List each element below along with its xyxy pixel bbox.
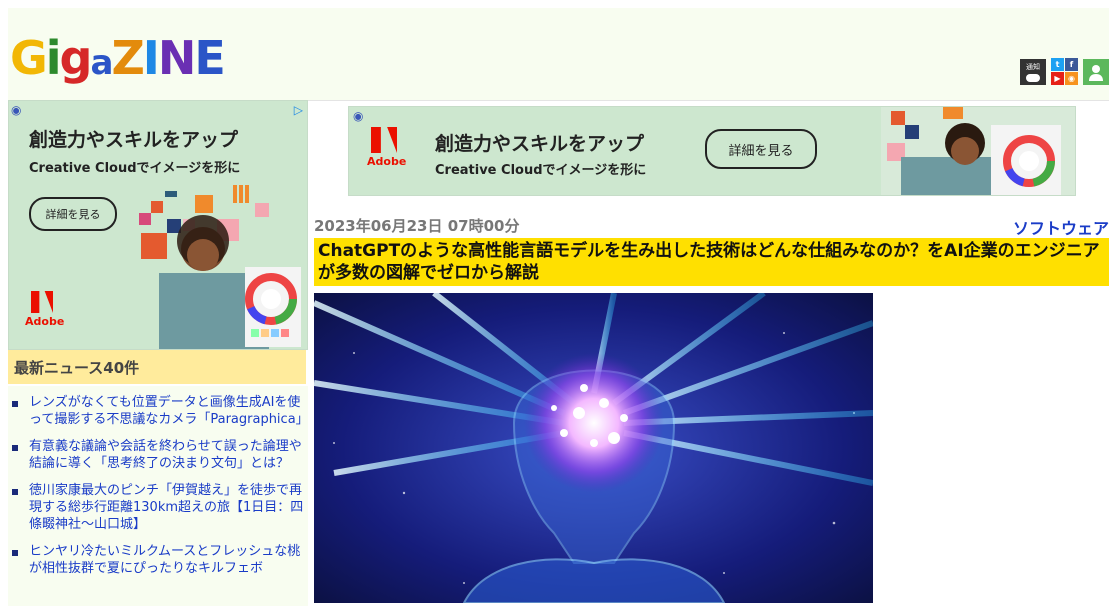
- sidebar-ad[interactable]: ◉ ▷ 創造力やスキルをアップ Creative Cloudでイメージを形に 詳…: [8, 100, 308, 350]
- article-hero-image: [314, 293, 873, 603]
- rss-icon[interactable]: ◉: [1065, 72, 1078, 85]
- top-banner-ad[interactable]: ◉ ▷ Adobe 創造力やスキルをアップ Creative Cloudでイメー…: [348, 106, 1076, 196]
- logo-letter: i: [45, 31, 62, 85]
- list-item: レンズがなくても位置データと画像生成AIを使って撮影する不思議なカメラ「Para…: [8, 394, 309, 428]
- site-logo[interactable]: GigaZINE: [10, 28, 226, 93]
- logo-letter: g: [59, 31, 93, 85]
- ad-details-button[interactable]: 詳細を見る: [29, 197, 117, 231]
- list-item: ヒンヤリ冷たいミルクムースとフレッシュな桃が相性抜群で夏にぴったりなキルフェボ: [8, 543, 308, 577]
- logo-letter: N: [157, 31, 196, 85]
- left-sidebar: ◉ ▷ 創造力やスキルをアップ Creative Cloudでイメージを形に 詳…: [8, 100, 309, 606]
- twitter-icon[interactable]: t: [1051, 58, 1064, 71]
- news-link[interactable]: 徳川家康最大のピンチ「伊賀越え」を徒歩で再現する総歩行距離130km超えの旅【1…: [29, 483, 303, 532]
- site-header: GigaZINE 通知 t f ▶ ◉: [8, 8, 1109, 101]
- adobe-logo-icon: [371, 127, 397, 153]
- youtube-icon[interactable]: ▶: [1051, 72, 1064, 85]
- article-title: ChatGPTのような高性能言語モデルを生み出した技術はどんな仕組みなのか？をA…: [314, 238, 1109, 286]
- adchoices-icon[interactable]: ▷: [294, 103, 303, 117]
- news-link[interactable]: レンズがなくても位置データと画像生成AIを使って撮影する不思議なカメラ「Para…: [29, 395, 309, 427]
- social-icons: 通知 t f ▶ ◉: [1020, 58, 1109, 85]
- news-link[interactable]: 有意義な議論や会話を終わらせて誤った論理や結論に導く「思考終了の決まり文句」とは…: [29, 439, 302, 471]
- list-item: 有意義な議論や会話を終わらせて誤った論理や結論に導く「思考終了の決まり文句」とは…: [8, 438, 308, 472]
- facebook-icon[interactable]: f: [1065, 58, 1078, 71]
- ad-artwork: [139, 185, 301, 349]
- ad-details-button[interactable]: 詳細を見る: [705, 129, 817, 169]
- adobe-brand-text: Adobe: [25, 315, 65, 328]
- logo-letter: a: [90, 43, 113, 83]
- article-meta: 2023年06月23日 07時00分 ソフトウェア: [314, 215, 1109, 238]
- adobe-logo-icon: [31, 291, 53, 313]
- ad-info-icon[interactable]: ◉: [11, 103, 21, 117]
- ad-title: 創造力やスキルをアップ: [435, 133, 645, 155]
- ad-title: 創造力やスキルをアップ: [29, 129, 239, 151]
- list-item: 徳川家康最大のピンチ「伊賀越え」を徒歩で再現する総歩行距離130km超えの旅【1…: [8, 482, 308, 533]
- latest-news-title: 最新ニュース40件: [14, 358, 140, 377]
- ai-brain-illustration: [314, 293, 873, 603]
- adobe-brand-text: Adobe: [367, 155, 407, 168]
- adobe-logo: Adobe: [367, 127, 406, 168]
- logo-letter: I: [142, 31, 160, 85]
- social-grid: t f ▶ ◉: [1051, 58, 1078, 85]
- user-icon[interactable]: [1083, 58, 1109, 85]
- logo-letter: G: [10, 31, 48, 85]
- notify-icon[interactable]: 通知: [1020, 58, 1046, 85]
- article-category-link[interactable]: ソフトウェア: [1013, 215, 1109, 239]
- ad-info-icon[interactable]: ◉: [353, 109, 363, 123]
- ad-subtitle: Creative Cloudでイメージを形に: [29, 161, 241, 176]
- latest-news-heading: 最新ニュース40件: [8, 350, 306, 384]
- adobe-logo: Adobe: [25, 291, 64, 328]
- article-date: 2023年06月23日 07時00分: [314, 217, 520, 235]
- notify-label: 通知: [1026, 62, 1040, 71]
- logo-letter: Z: [111, 31, 144, 85]
- news-link[interactable]: ヒンヤリ冷たいミルクムースとフレッシュな桃が相性抜群で夏にぴったりなキルフェボ: [29, 544, 300, 576]
- latest-news-list: レンズがなくても位置データと画像生成AIを使って撮影する不思議なカメラ「Para…: [8, 386, 309, 606]
- logo-letter: E: [194, 31, 225, 85]
- ad-artwork: [881, 107, 1075, 195]
- ad-subtitle: Creative Cloudでイメージを形に: [435, 163, 647, 178]
